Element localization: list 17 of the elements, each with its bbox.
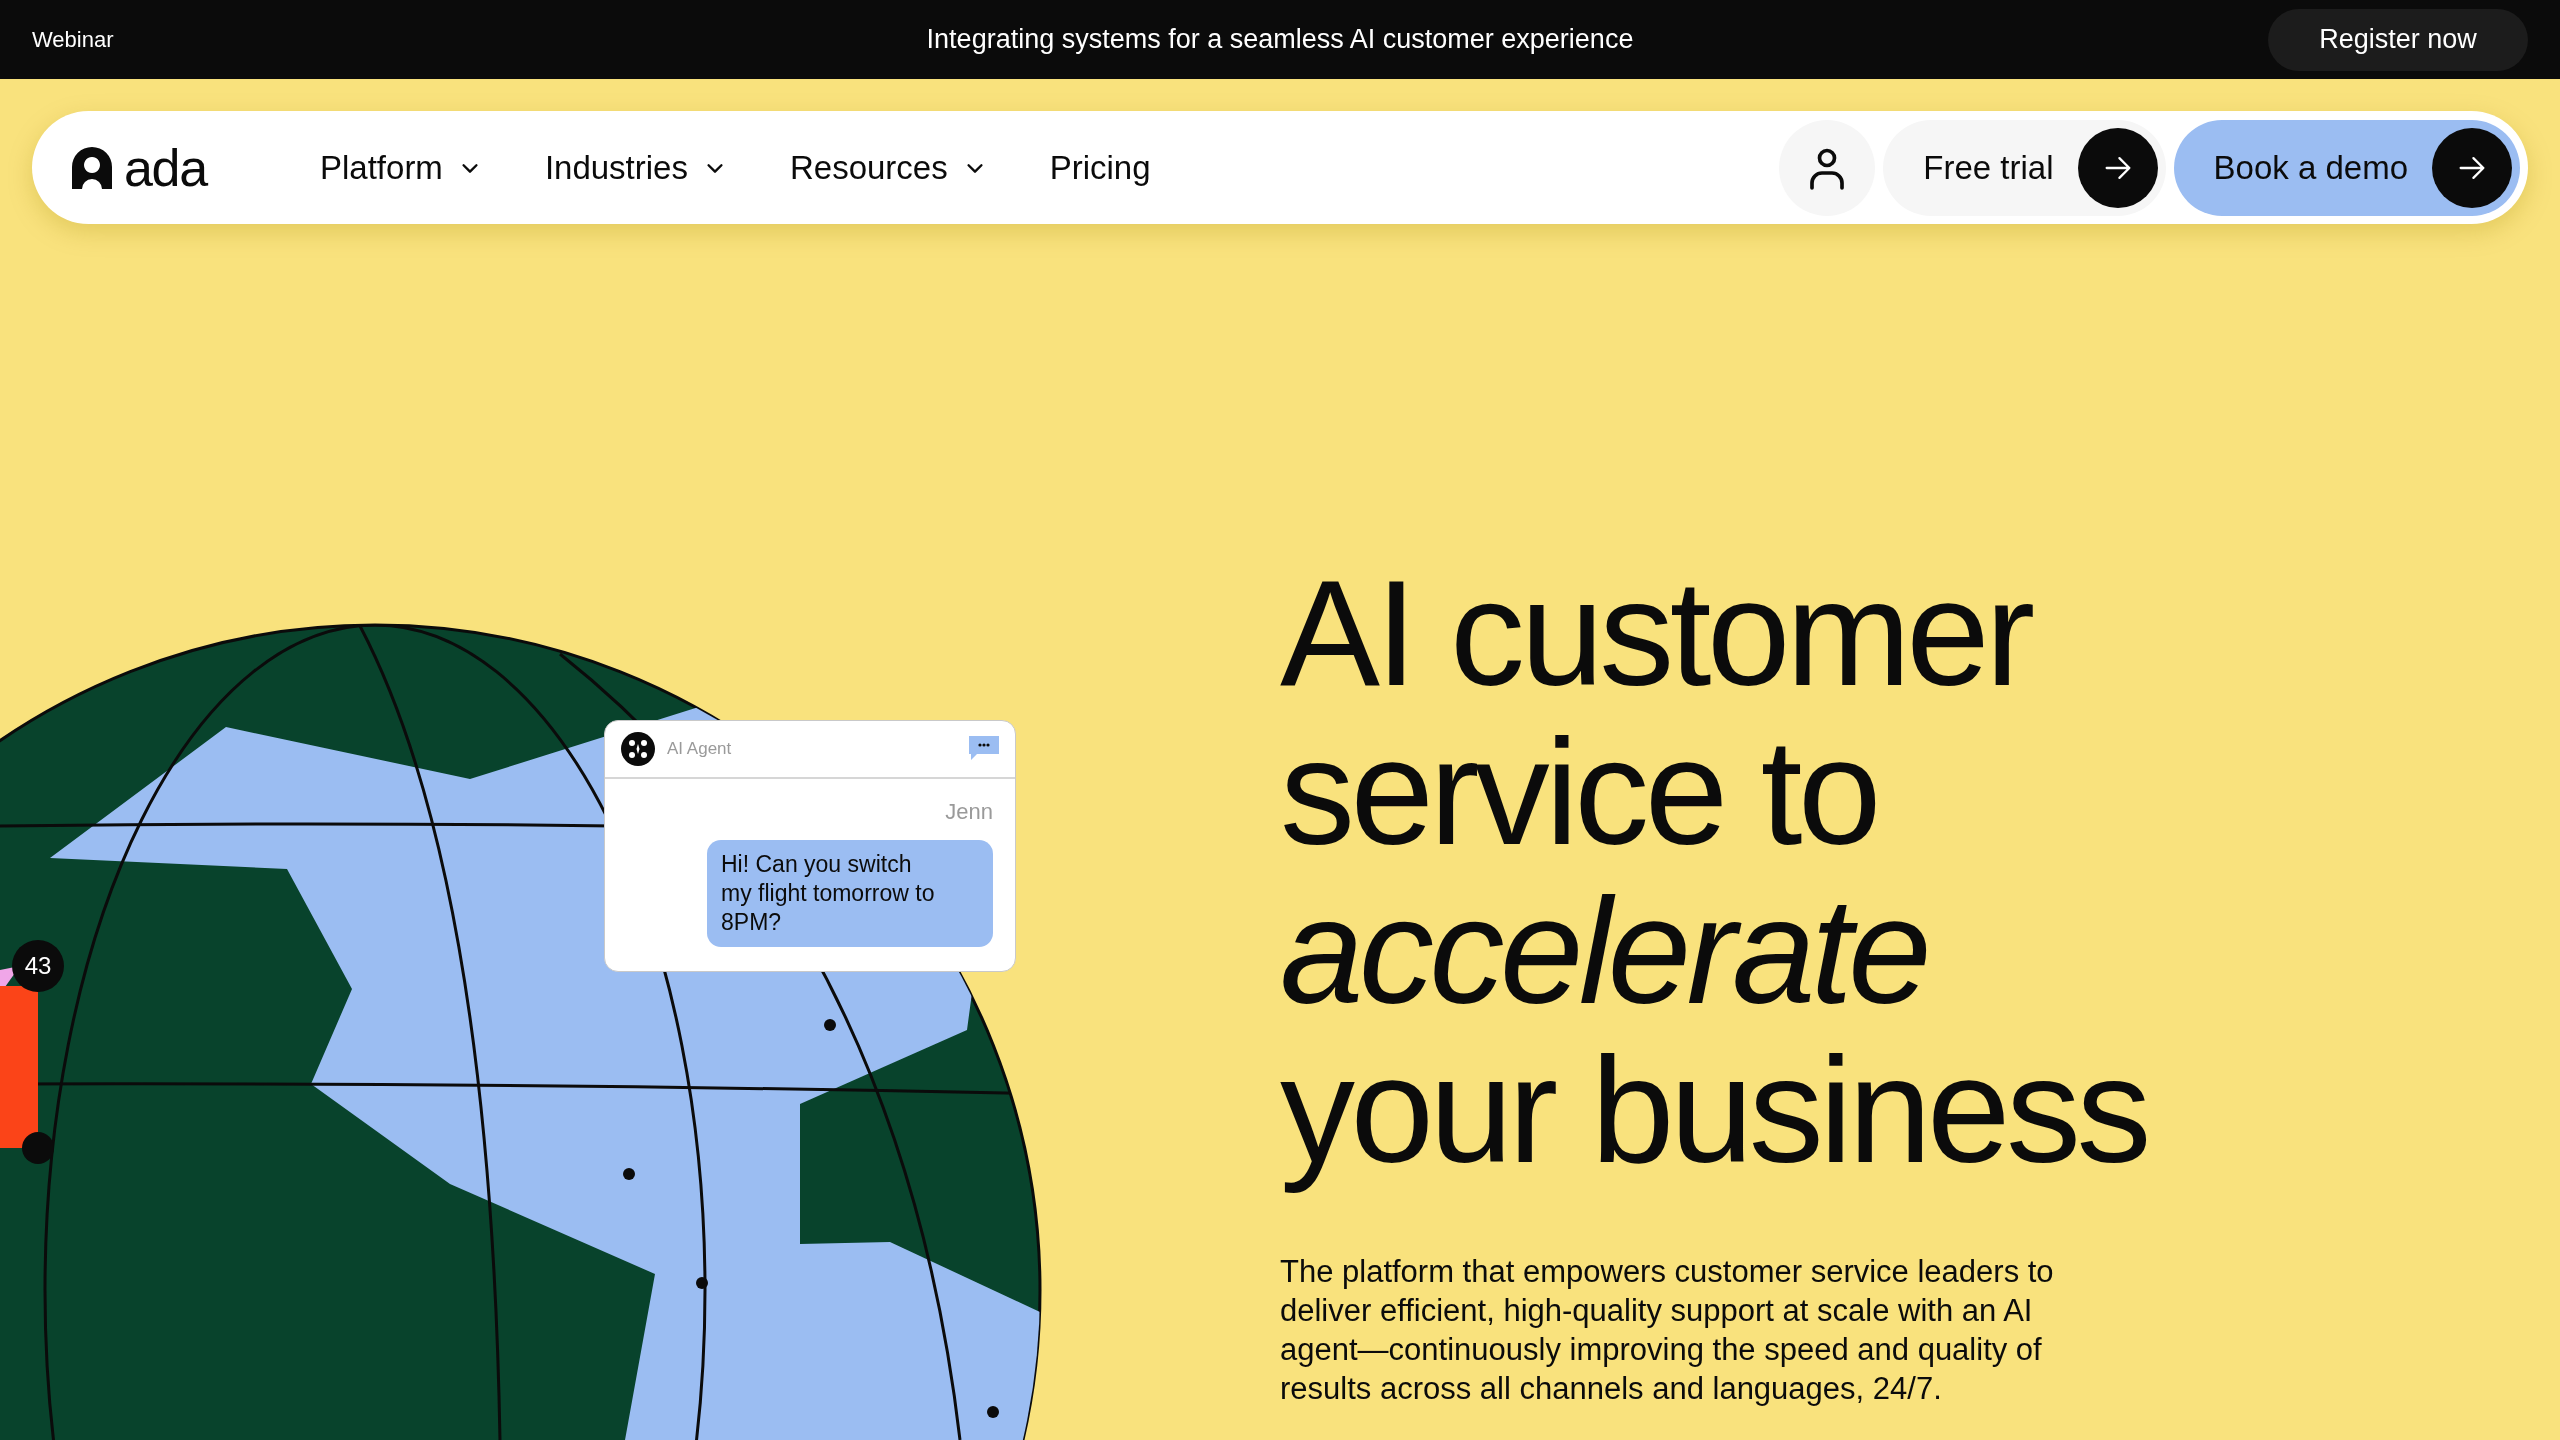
nav-menu-item[interactable]: Platform	[320, 142, 481, 193]
logo-text: ada	[124, 141, 207, 194]
logo-icon	[72, 146, 112, 189]
webinar-label: Webinar	[32, 26, 115, 54]
message-bubble: Hi! Can you switch my flight tomorrow to 8PM?	[707, 840, 993, 947]
sender-name: Jenn	[945, 798, 993, 826]
nav-menu-item[interactable]: Resources	[789, 142, 986, 193]
chat-bubble-icon	[969, 736, 999, 762]
agent-name: AI Agent	[667, 738, 732, 761]
nav-menu-item[interactable]: Industries	[544, 142, 726, 193]
register-button[interactable]: Register now	[2268, 8, 2528, 71]
agent-avatar-icon	[621, 732, 655, 766]
banner-message: Integrating systems for a seamless AI customer experience	[926, 23, 1634, 57]
free-trial-button[interactable]: Free trial	[1883, 119, 2166, 216]
nav-menu-item[interactable]: Pricing	[1049, 142, 1151, 193]
book-demo-button[interactable]: Book a demo	[2173, 119, 2520, 216]
hero-description: The platform that empowers customer service leaders to deliver efficient, high-quality support at scale with an AI agent—continuously improving the speed and quality of results across all channels and languages, 24/7.	[1280, 1253, 2055, 1408]
